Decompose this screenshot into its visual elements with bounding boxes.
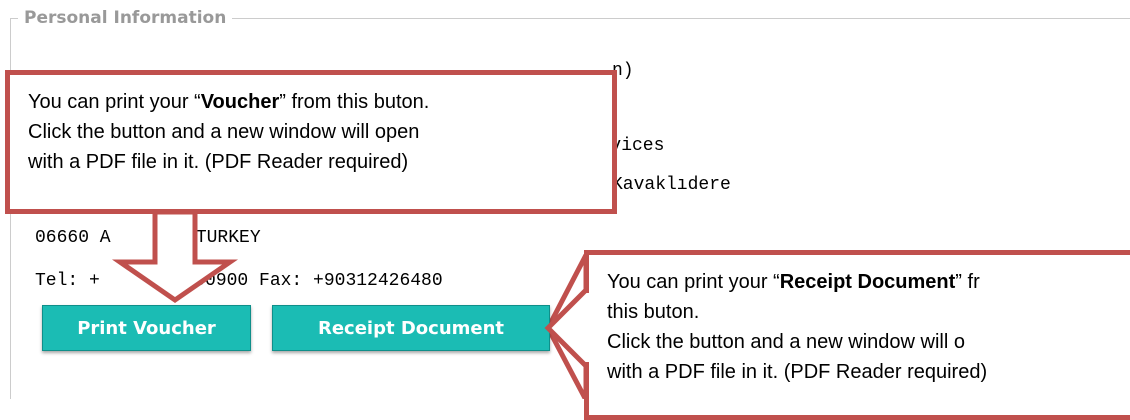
left-arrow-head-outline <box>544 288 588 368</box>
arrow-joint-fill <box>582 293 592 362</box>
annotation-arrow-overlay <box>544 288 592 368</box>
